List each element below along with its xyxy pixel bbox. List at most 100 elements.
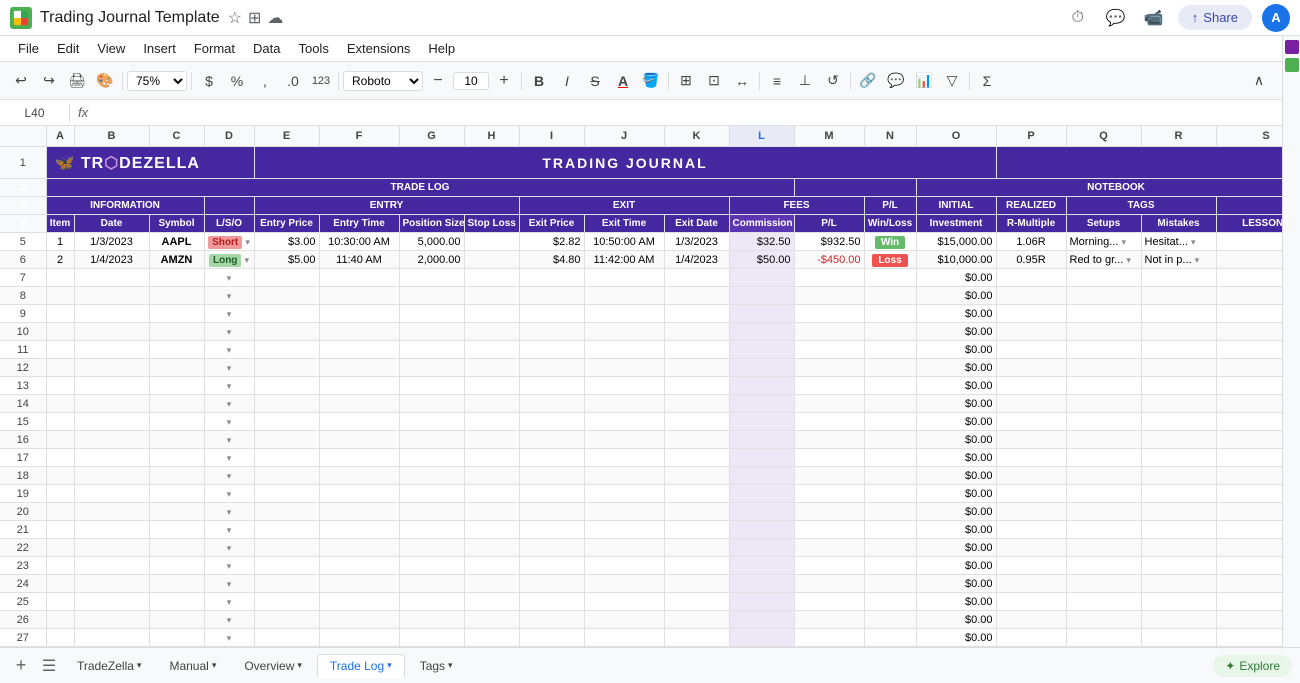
history-icon[interactable]: ⏱: [1064, 4, 1092, 32]
wrap-button[interactable]: ↔: [729, 68, 755, 94]
star-icon[interactable]: ☆: [228, 8, 242, 28]
font-size-minus[interactable]: −: [425, 68, 451, 94]
sheet-tab-tradezella[interactable]: TradeZella ▾: [64, 654, 154, 678]
zoom-select[interactable]: 75% 100%: [127, 71, 187, 91]
empty-row-16: 16▾$0.00: [0, 431, 1282, 449]
menu-format[interactable]: Format: [186, 39, 243, 58]
undo-button[interactable]: ↩: [8, 68, 34, 94]
toolbar: ↩ ↪ 🖨 🎨 75% 100% $ % , .0 123 Roboto Ari…: [0, 62, 1300, 100]
chart-button[interactable]: 📊: [911, 68, 937, 94]
filter-button[interactable]: ▽: [939, 68, 965, 94]
sheet-tab-overview[interactable]: Overview ▾: [231, 654, 315, 678]
share-button[interactable]: ↑ Share: [1178, 5, 1252, 30]
sheet-container: A B C D E F G H I J K L M N O P Q: [0, 126, 1282, 647]
cloud-icon[interactable]: ☁: [267, 8, 283, 28]
menu-tools[interactable]: Tools: [290, 39, 336, 58]
col-N[interactable]: N: [864, 126, 916, 147]
col-K[interactable]: K: [664, 126, 729, 147]
halign-button[interactable]: ≡: [764, 68, 790, 94]
col-F[interactable]: F: [319, 126, 399, 147]
col-B[interactable]: B: [74, 126, 149, 147]
empty-row-15: 15▾$0.00: [0, 413, 1282, 431]
doc-title: Trading Journal Template: [40, 9, 220, 27]
loss-badge-2: Loss: [872, 254, 907, 267]
sheet-tab-manual[interactable]: Manual ▾: [156, 654, 229, 678]
number-format-button[interactable]: 123: [308, 68, 334, 94]
sheets-menu-button[interactable]: ☰: [36, 653, 62, 679]
win-badge-1: Win: [875, 236, 905, 249]
sheet-tab-tags[interactable]: Tags ▾: [407, 654, 466, 678]
col-M[interactable]: M: [794, 126, 864, 147]
link-button[interactable]: 🔗: [855, 68, 881, 94]
menu-edit[interactable]: Edit: [49, 39, 87, 58]
paint-format-button[interactable]: 🎨: [92, 68, 118, 94]
empty-row-9: 9▾$0.00: [0, 305, 1282, 323]
add-sheet-button[interactable]: +: [8, 653, 34, 679]
sidebar-toggle-1[interactable]: [1285, 40, 1299, 54]
percent-button[interactable]: %: [224, 68, 250, 94]
menu-insert[interactable]: Insert: [135, 39, 184, 58]
avatar[interactable]: A: [1262, 4, 1290, 32]
top-right: ⏱ 💬 📹 ↑ Share A: [1064, 4, 1290, 32]
col-S[interactable]: S: [1216, 126, 1282, 147]
right-sidebar-strip: [1282, 36, 1300, 647]
cell-reference[interactable]: L40: [0, 104, 70, 122]
fill-color-button[interactable]: 🪣: [638, 68, 664, 94]
empty-row-27: 27▾$0.00: [0, 629, 1282, 647]
empty-row-21: 21▾$0.00: [0, 521, 1282, 539]
notebook-label: NOTEBOOK: [916, 179, 1282, 197]
menu-extensions[interactable]: Extensions: [339, 39, 419, 58]
col-Q[interactable]: Q: [1066, 126, 1141, 147]
col-O[interactable]: O: [916, 126, 996, 147]
sigma-button[interactable]: Σ: [974, 68, 1000, 94]
borders-button[interactable]: ⊞: [673, 68, 699, 94]
col-J[interactable]: J: [584, 126, 664, 147]
sidebar-toggle-2[interactable]: [1285, 58, 1299, 72]
col-C[interactable]: C: [149, 126, 204, 147]
app-logo: [10, 7, 32, 29]
valign-button[interactable]: ⊥: [792, 68, 818, 94]
bottom-tabs: + ☰ TradeZella ▾ Manual ▾ Overview ▾ Tra…: [0, 647, 1300, 683]
redo-button[interactable]: ↪: [36, 68, 62, 94]
menu-data[interactable]: Data: [245, 39, 288, 58]
col-H[interactable]: H: [464, 126, 519, 147]
menu-help[interactable]: Help: [420, 39, 463, 58]
trade-log-label: TRADE LOG: [46, 179, 794, 197]
comma-button[interactable]: ,: [252, 68, 278, 94]
col-G[interactable]: G: [399, 126, 464, 147]
tab-dropdown-arrow-5: ▾: [448, 660, 453, 671]
col-D[interactable]: D: [204, 126, 254, 147]
text-color-button[interactable]: A: [610, 68, 636, 94]
menu-view[interactable]: View: [89, 39, 133, 58]
col-I[interactable]: I: [519, 126, 584, 147]
empty-row-11: 11▾$0.00: [0, 341, 1282, 359]
italic-button[interactable]: I: [554, 68, 580, 94]
collapse-toolbar-button[interactable]: ∧: [1246, 68, 1272, 94]
grid-wrapper[interactable]: A B C D E F G H I J K L M N O P Q: [0, 126, 1282, 647]
currency-button[interactable]: $: [196, 68, 222, 94]
bold-button[interactable]: B: [526, 68, 552, 94]
col-L[interactable]: L: [729, 126, 794, 147]
journal-title: TRADING JOURNAL: [254, 147, 996, 179]
col-E[interactable]: E: [254, 126, 319, 147]
grid-icon[interactable]: ⊞: [248, 8, 261, 28]
merge-button[interactable]: ⊡: [701, 68, 727, 94]
font-size-input[interactable]: [453, 72, 489, 90]
col-R[interactable]: R: [1141, 126, 1216, 147]
tab-dropdown-arrow-3: ▾: [297, 660, 302, 671]
strikethrough-button[interactable]: S: [582, 68, 608, 94]
sheet-tab-tradelog[interactable]: Trade Log ▾: [317, 654, 405, 678]
meet-icon[interactable]: 📹: [1140, 4, 1168, 32]
empty-row-14: 14▾$0.00: [0, 395, 1282, 413]
rotate-button[interactable]: ↺: [820, 68, 846, 94]
decimal-button[interactable]: .0: [280, 68, 306, 94]
explore-button[interactable]: ✦ Explore: [1213, 655, 1292, 677]
comment-button[interactable]: 💬: [883, 68, 909, 94]
menu-file[interactable]: File: [10, 39, 47, 58]
col-P[interactable]: P: [996, 126, 1066, 147]
font-size-plus[interactable]: +: [491, 68, 517, 94]
comment-icon[interactable]: 💬: [1102, 4, 1130, 32]
print-button[interactable]: 🖨: [64, 68, 90, 94]
font-select[interactable]: Roboto Arial: [343, 71, 423, 91]
col-A[interactable]: A: [46, 126, 74, 147]
